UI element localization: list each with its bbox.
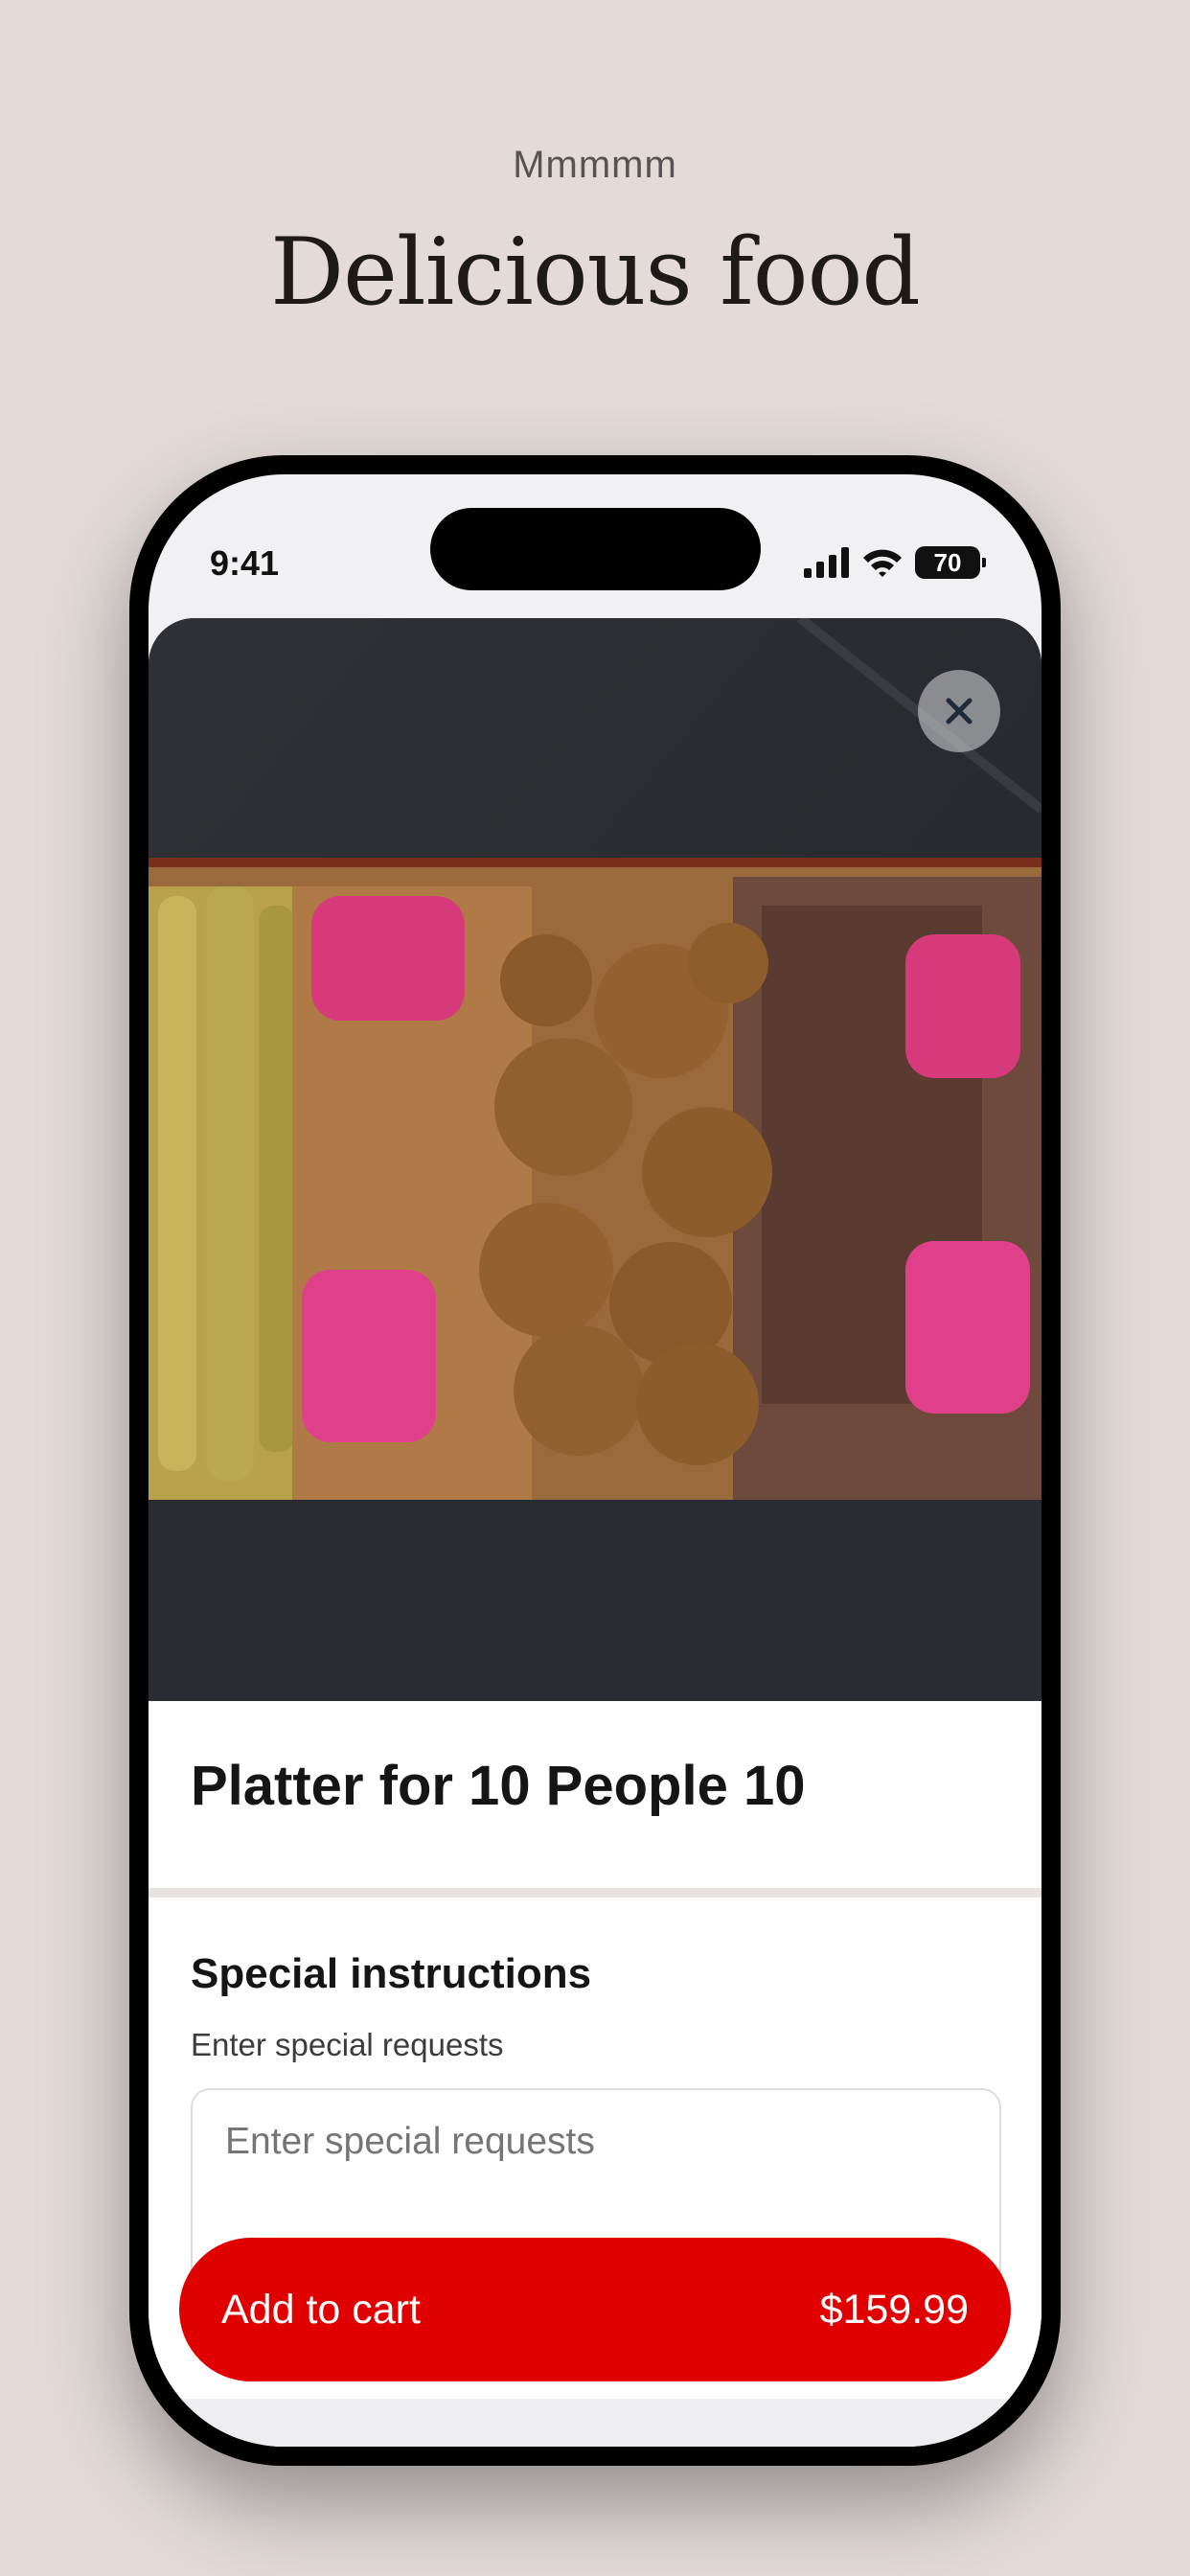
page-headline: Delicious food	[270, 218, 921, 326]
add-to-cart-label: Add to cart	[221, 2286, 421, 2333]
product-image	[149, 618, 1041, 1701]
add-to-cart-button[interactable]: Add to cart $159.99	[179, 2238, 1011, 2381]
cart-price: $159.99	[819, 2286, 969, 2333]
status-icons: 70	[804, 543, 986, 582]
battery-icon: 70	[915, 546, 986, 579]
wifi-icon	[863, 549, 902, 577]
phone-screen: 9:41 70 Platter for 10 People 10 Special…	[149, 474, 1041, 2447]
special-instructions-heading: Special instructions	[191, 1950, 592, 1997]
section-divider	[149, 1888, 1041, 1898]
product-title: Platter for 10 People 10	[191, 1755, 806, 1817]
status-time: 9:41	[210, 543, 280, 583]
eyebrow-text: Mmmmm	[513, 144, 677, 186]
dynamic-island	[430, 508, 761, 590]
status-bar: 9:41 70	[149, 474, 1041, 618]
battery-level: 70	[933, 547, 962, 577]
close-button[interactable]	[918, 670, 1000, 752]
product-sheet: Platter for 10 People 10 Special instruc…	[149, 618, 1041, 2447]
bottom-safe-area	[149, 2399, 1041, 2447]
cellular-signal-icon	[804, 547, 849, 578]
phone-frame: 9:41 70 Platter for 10 People 10 Special…	[129, 455, 1061, 2466]
close-icon	[946, 698, 973, 724]
special-instructions-label: Enter special requests	[191, 2027, 504, 2062]
